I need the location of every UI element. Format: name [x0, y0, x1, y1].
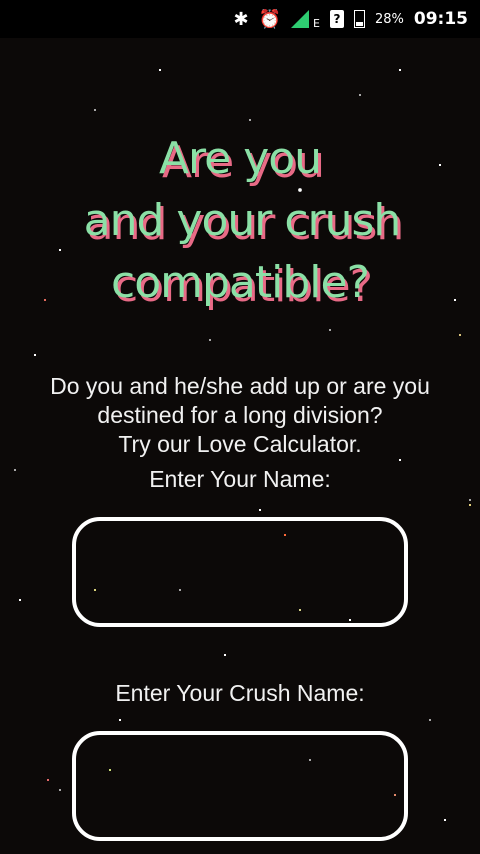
description-line-3: Try our Love Calculator.: [118, 431, 362, 457]
battery-percent: 28%: [374, 11, 404, 27]
description: Do you and he/she add up or are you dest…: [0, 372, 480, 459]
name-input[interactable]: [72, 517, 408, 627]
clock: 09:15: [413, 9, 468, 29]
bluetooth-icon: ✱: [233, 8, 249, 30]
title-line-1: Are you: [158, 133, 322, 184]
crush-name-input[interactable]: [72, 731, 408, 841]
page-title: Are you and your crush compatible?: [0, 128, 480, 314]
status-bar: ✱ ⏰ E ? 28% 09:15: [0, 0, 480, 38]
signal-icon: [291, 10, 310, 28]
description-line-1: Do you and he/she add up or are you: [50, 373, 430, 399]
title-line-2: and your crush: [83, 195, 402, 246]
alarm-icon: ⏰: [258, 8, 282, 30]
network-type-icon: E: [313, 17, 320, 30]
title-line-3: compatible?: [111, 257, 370, 308]
description-line-2: destined for a long division?: [97, 402, 383, 428]
unknown-sim-icon: ?: [329, 10, 344, 28]
crush-name-label: Enter Your Crush Name:: [115, 680, 365, 706]
name-label: Enter Your Name:: [149, 466, 331, 492]
battery-icon: [353, 10, 365, 28]
